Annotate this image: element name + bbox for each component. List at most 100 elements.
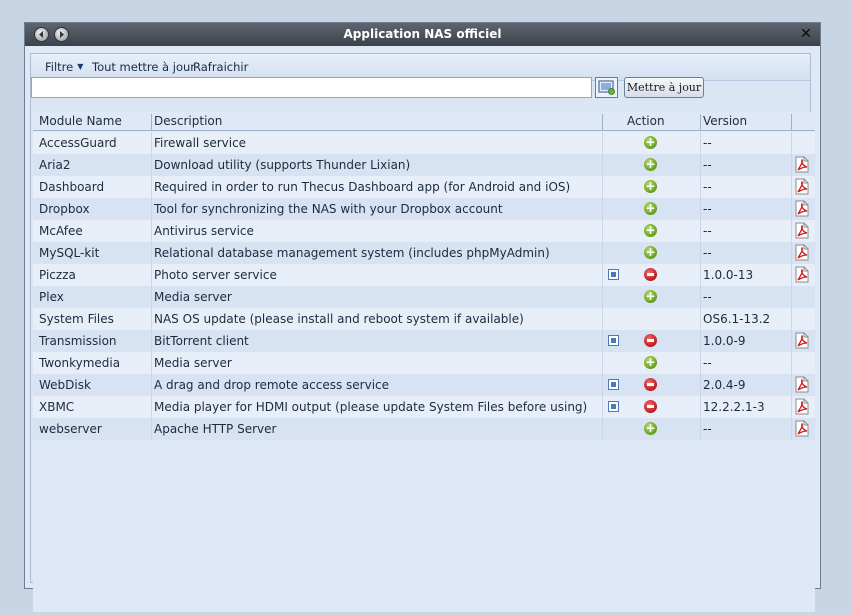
pdf-icon[interactable]	[795, 178, 809, 195]
table-row[interactable]: Plex Media server -- +	[33, 286, 815, 308]
module-description: Tool for synchronizing the NAS with your…	[154, 202, 503, 216]
column-divider	[791, 114, 792, 130]
module-version: --	[703, 290, 712, 304]
pdf-icon[interactable]	[795, 156, 809, 173]
install-icon[interactable]: +	[644, 290, 657, 303]
table-row[interactable]: AccessGuard Firewall service -- +	[33, 132, 815, 154]
table-row[interactable]: XBMC Media player for HDMI output (please…	[33, 396, 815, 418]
module-version: --	[703, 224, 712, 238]
update-all-button[interactable]: Tout mettre à jour	[92, 60, 195, 74]
cell-divider	[151, 176, 152, 198]
cell-divider	[602, 286, 603, 308]
pdf-icon[interactable]	[795, 376, 809, 393]
cell-divider	[151, 242, 152, 264]
remove-icon[interactable]	[644, 378, 657, 391]
install-icon[interactable]: +	[644, 180, 657, 193]
settings-icon[interactable]	[608, 269, 619, 280]
remove-icon[interactable]	[644, 334, 657, 347]
cell-divider	[700, 264, 701, 286]
cell-divider	[791, 264, 792, 286]
settings-icon[interactable]	[608, 379, 619, 390]
column-header-description[interactable]: Description	[154, 114, 222, 128]
install-icon[interactable]: +	[644, 422, 657, 435]
module-version: 2.0.4-9	[703, 378, 746, 392]
pdf-icon[interactable]	[795, 244, 809, 261]
settings-icon[interactable]	[608, 335, 619, 346]
remove-icon[interactable]	[644, 400, 657, 413]
column-header-name[interactable]: Module Name	[39, 114, 122, 128]
filter-menu[interactable]: Filtre ▼	[45, 60, 83, 74]
module-version: --	[703, 202, 712, 216]
forward-icon[interactable]	[54, 27, 69, 42]
pdf-icon[interactable]	[795, 266, 809, 283]
pdf-icon[interactable]	[795, 332, 809, 349]
cell-divider	[602, 396, 603, 418]
table-row[interactable]: Twonkymedia Media server -- +	[33, 352, 815, 374]
refresh-button[interactable]: Rafraichir	[193, 60, 248, 74]
module-name: Transmission	[39, 334, 117, 348]
pdf-icon[interactable]	[795, 222, 809, 239]
pdf-icon[interactable]	[795, 420, 809, 437]
close-icon[interactable]: ✕	[799, 26, 813, 42]
cell-divider	[602, 242, 603, 264]
cell-divider	[602, 176, 603, 198]
cell-divider	[791, 352, 792, 374]
module-name: Piczza	[39, 268, 76, 282]
install-icon[interactable]: +	[644, 158, 657, 171]
module-version: --	[703, 246, 712, 260]
module-description: Apache HTTP Server	[154, 422, 277, 436]
install-icon[interactable]: +	[644, 224, 657, 237]
cell-divider	[151, 352, 152, 374]
cell-divider	[602, 132, 603, 154]
cell-divider	[151, 396, 152, 418]
cell-divider	[151, 132, 152, 154]
pdf-icon[interactable]	[795, 200, 809, 217]
install-icon[interactable]: +	[644, 246, 657, 259]
module-name: webserver	[39, 422, 102, 436]
cell-divider	[151, 374, 152, 396]
cell-divider	[151, 308, 152, 330]
column-divider	[602, 114, 603, 130]
cell-divider	[151, 198, 152, 220]
module-name: McAfee	[39, 224, 83, 238]
search-icon-button[interactable]	[595, 77, 618, 98]
table-row[interactable]: Transmission BitTorrent client 1.0.0-9	[33, 330, 815, 352]
table-row[interactable]: McAfee Antivirus service -- +	[33, 220, 815, 242]
module-description: Relational database management system (i…	[154, 246, 550, 260]
update-button[interactable]: Mettre à jour	[624, 77, 704, 98]
cell-divider	[602, 374, 603, 396]
cell-divider	[700, 308, 701, 330]
module-table: Module Name Description Action Version A…	[33, 112, 815, 612]
install-icon[interactable]: +	[644, 356, 657, 369]
cell-divider	[602, 352, 603, 374]
remove-icon[interactable]	[644, 268, 657, 281]
column-header-version[interactable]: Version	[703, 114, 747, 128]
table-row[interactable]: Piczza Photo server service 1.0.0-13	[33, 264, 815, 286]
module-name: XBMC	[39, 400, 75, 414]
install-icon[interactable]: +	[644, 136, 657, 149]
column-divider	[151, 114, 152, 130]
module-version: --	[703, 356, 712, 370]
search-input[interactable]	[31, 77, 592, 98]
table-row[interactable]: Dropbox Tool for synchronizing the NAS wi…	[33, 198, 815, 220]
cell-divider	[700, 154, 701, 176]
module-description: Media player for HDMI output (please upd…	[154, 400, 588, 414]
column-header-action[interactable]: Action	[627, 114, 665, 128]
cell-divider	[602, 264, 603, 286]
table-row[interactable]: System Files NAS OS update (please instal…	[33, 308, 815, 330]
table-row[interactable]: Aria2 Download utility (supports Thunder …	[33, 154, 815, 176]
pdf-icon[interactable]	[795, 398, 809, 415]
table-row[interactable]: webserver Apache HTTP Server -- +	[33, 418, 815, 440]
cell-divider	[700, 198, 701, 220]
table-row[interactable]: MySQL-kit Relational database management …	[33, 242, 815, 264]
install-icon[interactable]: +	[644, 202, 657, 215]
back-icon[interactable]	[34, 27, 49, 42]
cell-divider	[151, 330, 152, 352]
table-row[interactable]: Dashboard Required in order to run Thecus…	[33, 176, 815, 198]
cell-divider	[700, 132, 701, 154]
cell-divider	[791, 418, 792, 440]
cell-divider	[151, 264, 152, 286]
table-row[interactable]: WebDisk A drag and drop remote access ser…	[33, 374, 815, 396]
module-description: A drag and drop remote access service	[154, 378, 390, 392]
settings-icon[interactable]	[608, 401, 619, 412]
